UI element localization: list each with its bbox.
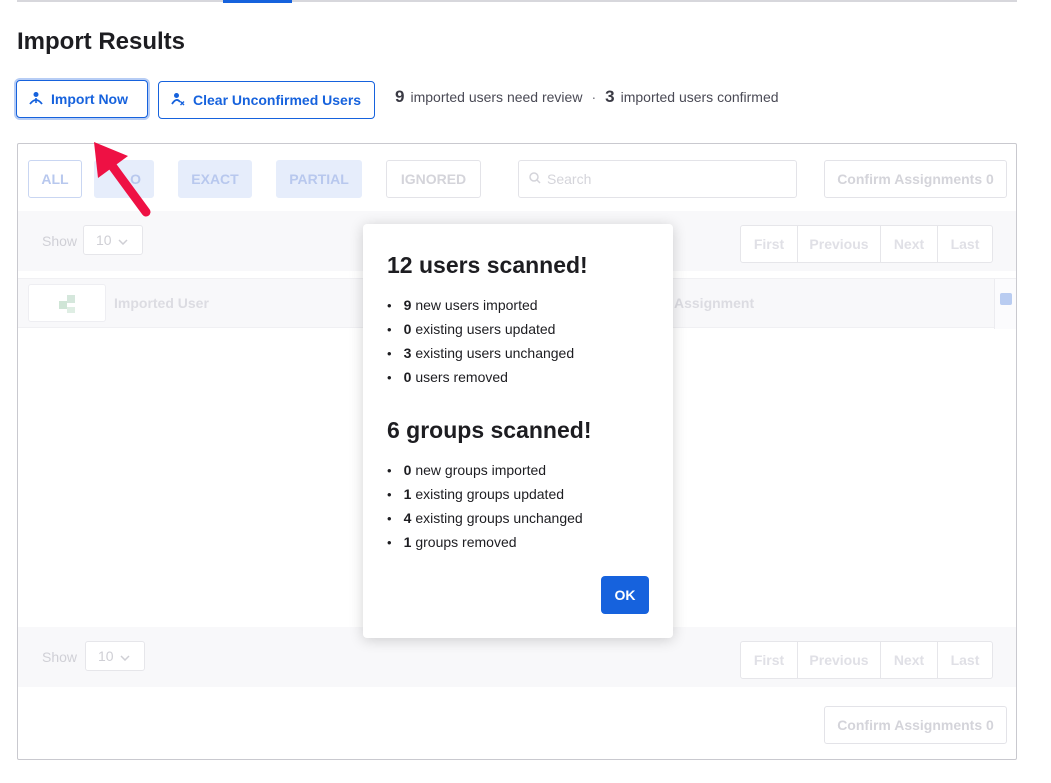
pager-previous-bottom[interactable]: Previous [798,642,881,678]
list-item: 3existing users unchanged [387,341,649,365]
active-tab-indicator [223,0,292,3]
filter-ignored-button[interactable]: IGNORED [386,160,481,198]
search-placeholder: Search [547,171,592,187]
pager-previous[interactable]: Previous [798,226,881,262]
pager-next-bottom[interactable]: Next [881,642,938,678]
groups-scanned-title: 6 groups scanned! [387,417,592,443]
chevron-down-icon [120,648,130,664]
filter-ignored-label: IGNORED [400,171,467,187]
page-size-select[interactable]: 10 [83,225,143,255]
import-now-button[interactable]: Import Now [16,80,148,118]
import-summary-dialog: 12 users scanned! 9new users imported 0e… [363,224,673,638]
pager-first-bottom[interactable]: First [741,642,798,678]
page-size-value: 10 [96,232,112,248]
users-stats-list: 9new users imported 0existing users upda… [387,293,649,389]
confirmed-count: 3 [605,87,615,106]
list-item: 1existing groups updated [387,482,649,506]
pager-bottom: First Previous Next Last [740,641,993,679]
select-all-checkbox[interactable] [994,279,1016,329]
review-text: imported users need review [410,89,583,105]
chevron-down-icon [118,232,128,248]
groups-stats-list: 0new groups imported 1existing groups up… [387,458,649,554]
search-input[interactable]: Search [518,160,797,198]
confirm-assignments-button-bottom[interactable]: Confirm Assignments 0 [824,706,1007,744]
review-count: 9 [395,87,405,106]
filter-all-button[interactable]: ALL [28,160,82,198]
annotation-arrow-icon [94,142,151,217]
app-logo [28,284,106,322]
filter-exact-label: EXACT [191,171,239,187]
user-remove-icon [171,92,185,109]
show-label-bottom: Show [42,649,78,665]
page-title: Import Results [17,28,186,55]
pager-last[interactable]: Last [938,226,992,262]
page-size-value-bottom: 10 [98,648,114,664]
import-summary: 9 imported users need review · 3 importe… [395,87,779,107]
user-import-icon [29,91,43,108]
list-item: 0new groups imported [387,458,649,482]
ok-button[interactable]: OK [601,576,649,614]
import-now-label: Import Now [51,91,128,107]
pager-last-bottom[interactable]: Last [938,642,992,678]
page-size-select-bottom[interactable]: 10 [85,641,145,671]
filter-partial-label: PARTIAL [289,171,349,187]
list-item: 0users removed [387,365,649,389]
pager-first[interactable]: First [741,226,798,262]
confirm-assignments-label-bottom: Confirm Assignments 0 [837,717,994,733]
filter-exact-button[interactable]: EXACT [178,160,252,198]
pager-top: First Previous Next Last [740,225,993,263]
col-imported-user: Imported User [114,295,209,311]
list-item: 1groups removed [387,530,649,554]
search-icon [529,171,541,187]
show-label: Show [42,233,78,249]
list-item: 9new users imported [387,293,649,317]
list-item: 4existing groups unchanged [387,506,649,530]
list-item: 0existing users updated [387,317,649,341]
confirm-assignments-label: Confirm Assignments 0 [837,171,994,187]
clear-unconfirmed-users-button[interactable]: Clear Unconfirmed Users [158,81,375,119]
summary-separator: · [591,89,597,105]
confirmed-text: imported users confirmed [620,89,779,105]
filter-partial-button[interactable]: PARTIAL [276,160,362,198]
users-scanned-title: 12 users scanned! [387,252,588,278]
clear-unconfirmed-users-label: Clear Unconfirmed Users [193,92,362,108]
pager-next[interactable]: Next [881,226,938,262]
confirm-assignments-button-top[interactable]: Confirm Assignments 0 [824,160,1007,198]
filter-all-label: ALL [41,171,69,187]
col-assignment: Assignment [674,295,755,311]
top-divider [17,0,1017,2]
